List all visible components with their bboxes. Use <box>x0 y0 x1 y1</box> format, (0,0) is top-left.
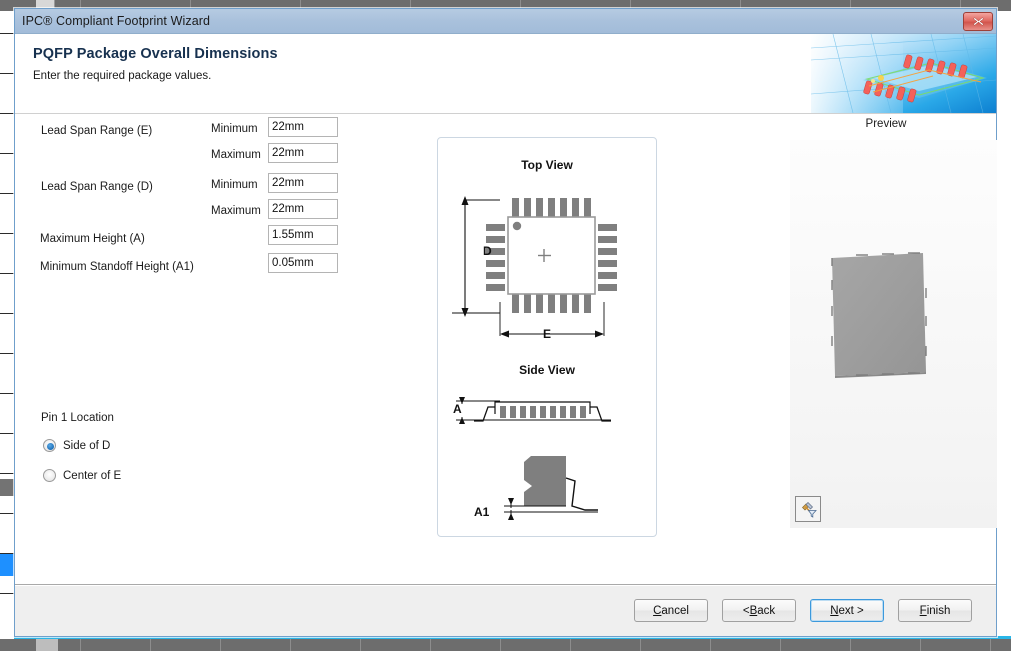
cancel-button[interactable]: Cancel <box>634 599 708 622</box>
dimensions-form: Lead Span Range (E) Minimum Maximum Lead… <box>15 114 415 584</box>
dialog-content: Lead Span Range (E) Minimum Maximum Lead… <box>15 114 996 584</box>
lead-span-d-maximum-input[interactable] <box>268 199 338 219</box>
minimum-standoff-height-a1-input[interactable] <box>268 253 338 273</box>
qualifier-d-maximum: Maximum <box>211 205 261 217</box>
dimension-label-a1: A1 <box>474 505 489 519</box>
page-title: PQFP Package Overall Dimensions <box>33 46 278 62</box>
pin1-option-side-of-d[interactable]: Side of D <box>43 439 110 452</box>
pin1-option-center-of-e[interactable]: Center of E <box>43 469 121 482</box>
ipc-footprint-wizard-dialog: IPC® Compliant Footprint Wizard PQFP Pac… <box>14 8 997 637</box>
preview-panel: Preview <box>775 114 997 584</box>
qualifier-e-minimum: Minimum <box>211 123 258 135</box>
qualifier-e-maximum: Maximum <box>211 149 261 161</box>
dialog-header: PQFP Package Overall Dimensions Enter th… <box>15 34 996 114</box>
lead-span-e-minimum-input[interactable] <box>268 117 338 137</box>
pcb-footprint-banner-image <box>811 34 996 113</box>
label-maximum-height: Maximum Height (A) <box>40 228 145 250</box>
dialog-title: IPC® Compliant Footprint Wizard <box>15 14 210 28</box>
radio-icon-center-of-e[interactable] <box>43 469 56 482</box>
lead-span-e-maximum-input[interactable] <box>268 143 338 163</box>
dialog-title-bar: IPC® Compliant Footprint Wizard <box>15 9 996 34</box>
finish-button[interactable]: Finish <box>898 599 972 622</box>
background-tab-grey <box>0 479 14 496</box>
hammer-filter-icon[interactable] <box>795 496 821 522</box>
background-bottom-button <box>36 639 58 651</box>
dialog-footer: Cancel < Back Next > Finish <box>15 584 996 636</box>
lead-span-d-minimum-input[interactable] <box>268 173 338 193</box>
top-view-drawing <box>438 176 656 341</box>
pin1-location-title: Pin 1 Location <box>41 412 114 424</box>
dimension-label-a: A <box>453 402 462 416</box>
maximum-height-a-input[interactable] <box>268 225 338 245</box>
qualifier-d-minimum: Minimum <box>211 179 258 191</box>
background-tab-blue <box>0 554 14 576</box>
label-lead-span-e: Lead Span Range (E) <box>41 120 152 142</box>
close-icon[interactable] <box>963 12 993 31</box>
preview-label: Preview <box>775 118 997 130</box>
side-view-standoff-detail-drawing <box>438 448 656 528</box>
package-diagram-panel: Top View <box>437 137 657 537</box>
radio-icon-side-of-d[interactable] <box>43 439 56 452</box>
dimension-label-d: D <box>483 244 492 258</box>
next-button[interactable]: Next > <box>810 599 884 622</box>
page-subtitle: Enter the required package values. <box>33 70 278 82</box>
dimension-label-e: E <box>438 327 656 341</box>
header-text-block: PQFP Package Overall Dimensions Enter th… <box>33 46 278 82</box>
preview-viewport[interactable] <box>790 140 997 528</box>
label-lead-span-d: Lead Span Range (D) <box>41 176 153 198</box>
background-bottom-toolbar <box>0 639 1011 651</box>
top-view-title: Top View <box>438 158 656 172</box>
label-minimum-standoff: Minimum Standoff Height (A1) <box>40 256 194 278</box>
side-view-profile-drawing <box>438 386 656 446</box>
back-button[interactable]: < Back <box>722 599 796 622</box>
side-view-title: Side View <box>438 363 656 377</box>
